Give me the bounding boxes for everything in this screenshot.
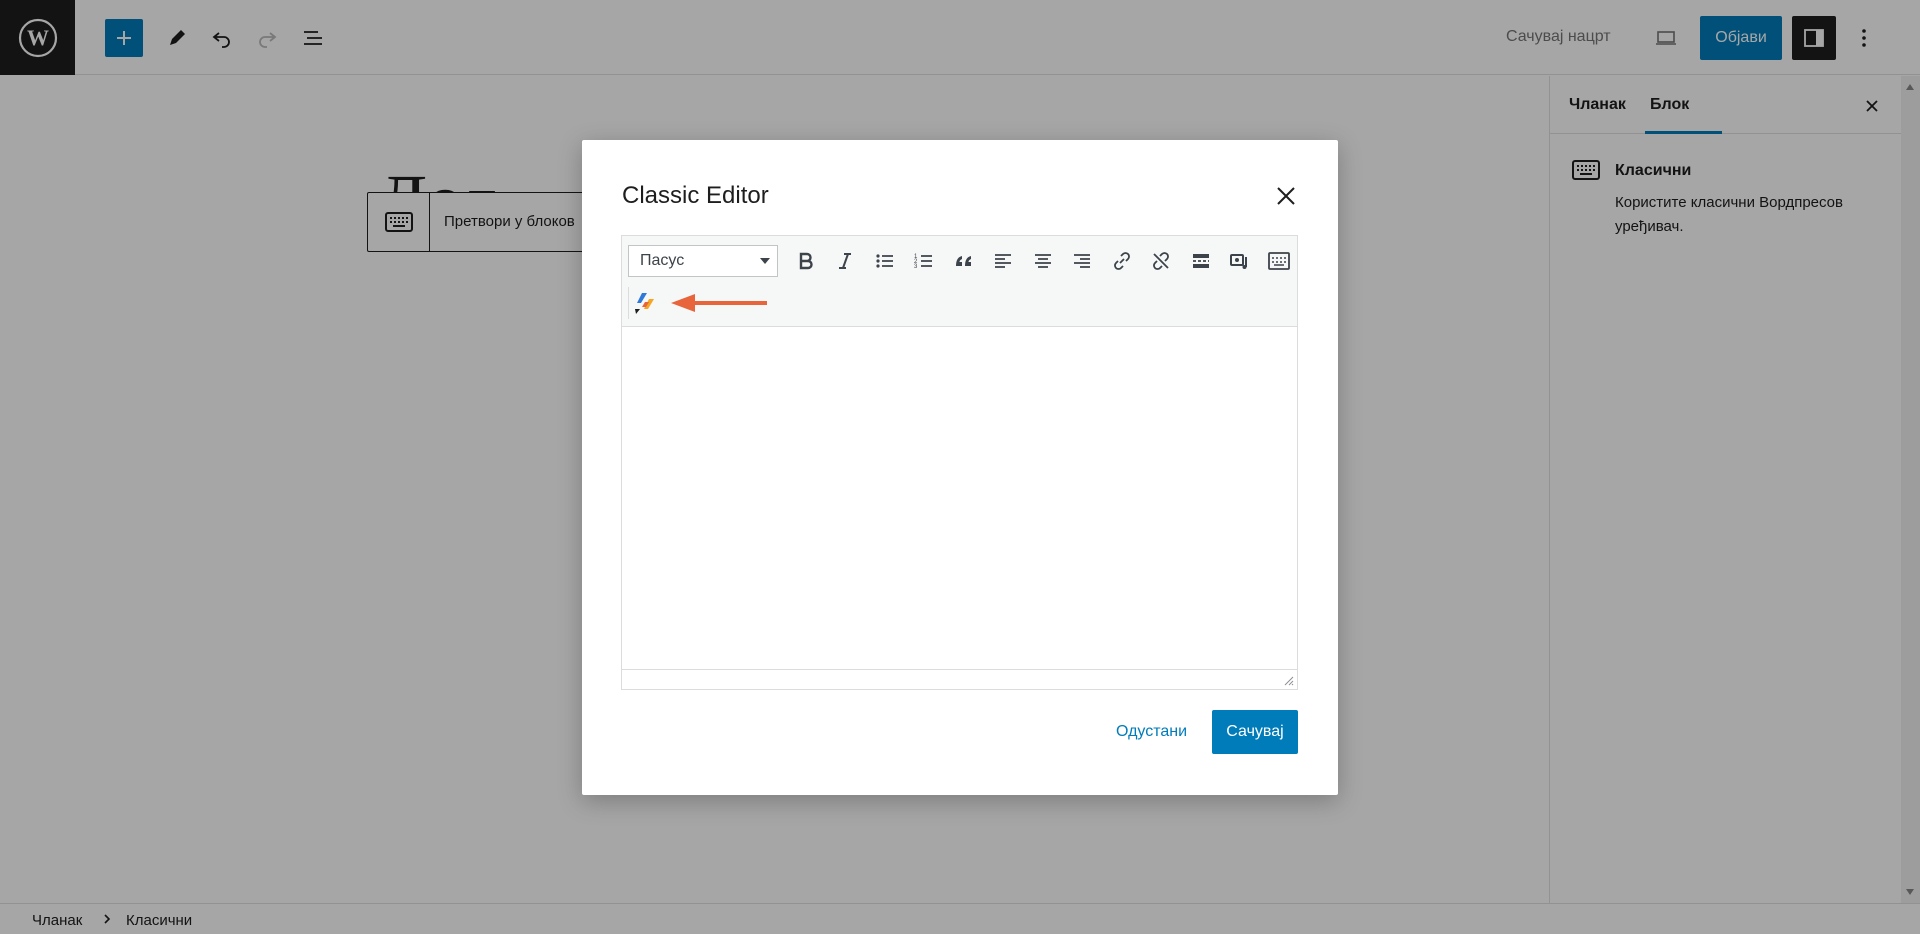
save-button[interactable]: Сачувај (1212, 710, 1298, 754)
toolbar-toggle-button[interactable] (1263, 245, 1295, 277)
classic-editor-modal: Classic Editor Пасус 123 Одустани Сачува… (582, 140, 1338, 795)
link-icon (1114, 252, 1130, 270)
plugin-button[interactable] (628, 287, 660, 319)
read-more-button[interactable] (1185, 245, 1217, 277)
italic-button[interactable] (829, 245, 861, 277)
cancel-button[interactable]: Одустани (1116, 723, 1187, 741)
dropdown-arrow-icon (760, 258, 770, 264)
editor-status-bar (622, 669, 1297, 689)
bold-icon (799, 252, 813, 270)
italic-icon (839, 253, 851, 269)
editor-toolbar: Пасус 123 (622, 236, 1297, 327)
align-right-button[interactable] (1066, 245, 1098, 277)
align-right-icon (1074, 254, 1090, 268)
bullet-list-icon (876, 254, 893, 268)
resize-handle-icon[interactable] (1282, 674, 1294, 686)
unlink-icon (1153, 252, 1169, 270)
numbered-list-button[interactable]: 123 (908, 245, 940, 277)
add-media-button[interactable] (1224, 245, 1256, 277)
add-media-icon (1230, 254, 1247, 269)
insert-link-button[interactable] (1106, 245, 1138, 277)
close-icon (1277, 187, 1295, 205)
toolbar-toggle-icon (1268, 252, 1290, 270)
format-select[interactable]: Пасус (628, 245, 778, 277)
bold-button[interactable] (790, 245, 822, 277)
annotation-arrow-icon (671, 294, 767, 312)
format-select-value: Пасус (640, 252, 685, 269)
numbered-list-icon: 123 (914, 254, 932, 270)
plugin-icon (634, 293, 654, 314)
read-more-icon (1193, 254, 1209, 268)
align-center-button[interactable] (1027, 245, 1059, 277)
align-left-button[interactable] (987, 245, 1019, 277)
editor-content-area[interactable] (622, 327, 1297, 669)
svg-text:3: 3 (914, 264, 918, 270)
remove-link-button[interactable] (1145, 245, 1177, 277)
modal-close-button[interactable] (1270, 180, 1302, 212)
blockquote-button[interactable] (948, 245, 980, 277)
align-center-icon (1035, 254, 1051, 268)
align-left-icon (995, 254, 1011, 268)
blockquote-icon (956, 256, 971, 266)
bullet-list-button[interactable] (869, 245, 901, 277)
modal-title: Classic Editor (622, 182, 769, 209)
tinymce-editor: Пасус 123 (621, 235, 1298, 690)
